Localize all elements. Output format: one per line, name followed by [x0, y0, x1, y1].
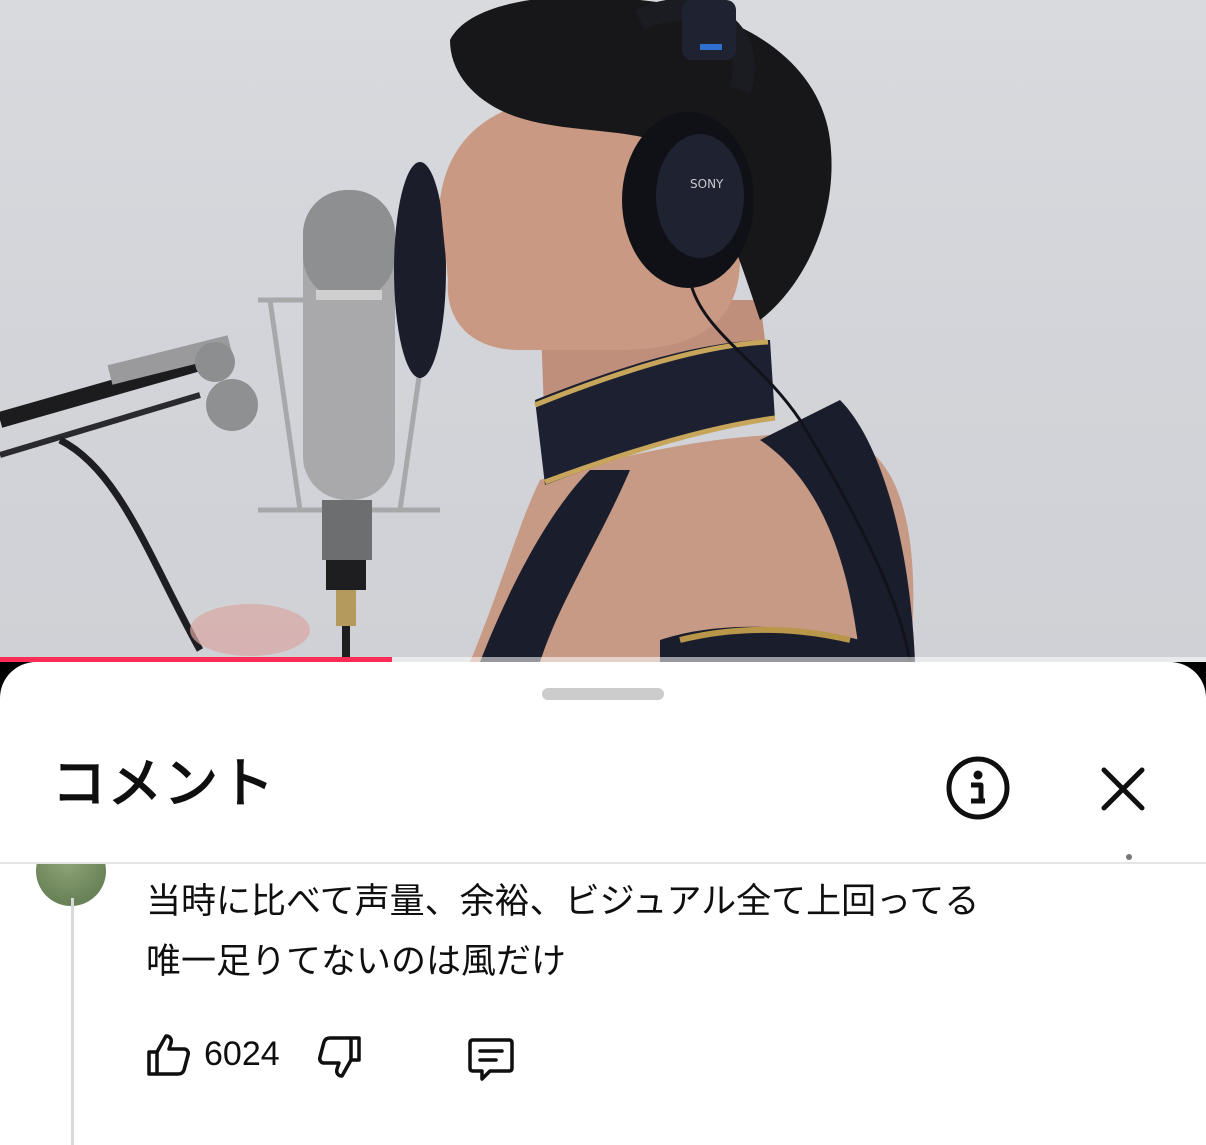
comment-line: 当時に比べて声量、余裕、ビジュアル全て上回ってる — [146, 882, 980, 922]
reply-comment-icon[interactable] — [466, 1034, 516, 1084]
video-player[interactable]: SONY — [0, 0, 1206, 662]
sheet-title: コメント — [52, 752, 276, 815]
thumbs-up-icon[interactable] — [144, 1030, 192, 1078]
sheet-drag-handle[interactable] — [542, 688, 664, 700]
video-frame: SONY — [0, 0, 915, 662]
comment-line: 唯一足りてないのは風だけ — [146, 942, 567, 982]
like-count: 6024 — [204, 1035, 280, 1073]
info-icon[interactable] — [944, 754, 1012, 822]
thumbs-down-icon[interactable] — [316, 1034, 364, 1082]
thread-line — [71, 898, 74, 1145]
sheet-divider — [0, 862, 1206, 864]
comments-sheet: コメント 当時に比べて声量、余裕、ビジュアル全て上回ってる 唯一足りてないのは風… — [0, 662, 1206, 1145]
comment-text: 当時に比べて声量、余裕、ビジュアル全て上回ってる 唯一足りてないのは風だけ — [146, 872, 1146, 992]
avatar[interactable] — [36, 864, 106, 906]
close-icon[interactable] — [1096, 762, 1150, 816]
more-options-icon[interactable] — [1126, 854, 1132, 860]
headphone-brand-label: SONY — [690, 177, 724, 191]
